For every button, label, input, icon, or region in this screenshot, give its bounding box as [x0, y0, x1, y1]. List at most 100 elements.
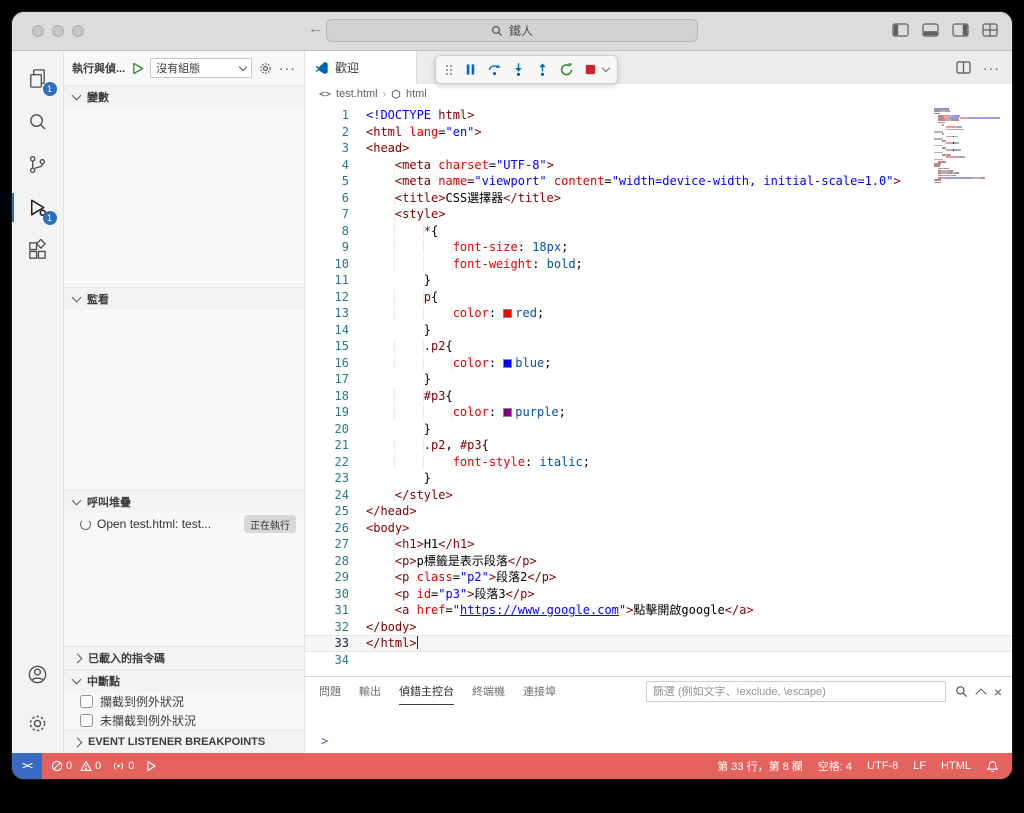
line-number[interactable]: 17 [305, 371, 366, 388]
split-editor-icon[interactable] [956, 61, 971, 74]
line-number[interactable]: 4 [305, 157, 366, 174]
minimap[interactable] [934, 108, 1000, 186]
code-line[interactable]: 3 <head> [305, 140, 1012, 157]
zoom-window-button[interactable] [72, 25, 84, 37]
line-number[interactable]: 16 [305, 355, 366, 372]
toggle-panel-icon[interactable] [922, 23, 939, 37]
line-number[interactable]: 14 [305, 322, 366, 339]
account-button[interactable] [12, 653, 64, 696]
section-watch[interactable]: 監看 [64, 287, 304, 310]
breakpoint-uncaught-exceptions[interactable]: 未攔截到例外狀況 [64, 711, 304, 730]
restart-icon[interactable] [559, 62, 574, 77]
checkbox-uncaught-exceptions[interactable] [80, 714, 93, 727]
sidebar-more-actions-icon[interactable]: ··· [279, 60, 296, 76]
line-number[interactable]: 12 [305, 289, 366, 306]
code-line[interactable]: 15 .p2{ [305, 338, 1012, 355]
line-number[interactable]: 5 [305, 173, 366, 190]
settings-button[interactable] [12, 702, 64, 745]
section-breakpoints[interactable]: 中斷點 [64, 669, 304, 692]
breadcrumb-file[interactable]: test.html [336, 88, 378, 100]
section-loaded-scripts[interactable]: 已載入的指令碼 [64, 646, 304, 669]
stop-dropdown-chevron-icon[interactable] [601, 63, 611, 73]
indentation[interactable]: 空格: 4 [818, 758, 852, 774]
code-line[interactable]: 1 <!DOCTYPE html> [305, 107, 1012, 124]
debug-status-icon[interactable] [145, 760, 157, 772]
line-number[interactable]: 15 [305, 338, 366, 355]
panel-tab-ports[interactable]: 連接埠 [523, 677, 556, 705]
notifications-bell-icon[interactable] [986, 760, 999, 773]
code-line[interactable]: 31 <a href="https://www.google.com">點擊開啟… [305, 602, 1012, 619]
panel-tab-problems[interactable]: 問題 [319, 677, 341, 705]
code-line[interactable]: 8 *{ [305, 223, 1012, 240]
activity-source-control[interactable] [12, 143, 64, 186]
line-number[interactable]: 3 [305, 140, 366, 157]
activity-explorer[interactable]: 1 [12, 57, 64, 100]
line-number[interactable]: 6 [305, 190, 366, 207]
maximize-panel-icon[interactable] [975, 687, 987, 700]
code-line[interactable]: 16 color: blue; [305, 355, 1012, 372]
section-call-stack[interactable]: 呼叫堆疊 [64, 490, 304, 513]
code-line[interactable]: 4 <meta charset="UTF-8"> [305, 157, 1012, 174]
code-line[interactable]: 2 <html lang="en"> [305, 124, 1012, 141]
start-debug-button[interactable] [131, 62, 144, 75]
debug-settings-gear-icon[interactable] [258, 61, 273, 76]
code-line[interactable]: 5 <meta name="viewport" content="width=d… [305, 173, 1012, 190]
code-line[interactable]: 20 } [305, 421, 1012, 438]
code-line[interactable]: 19 color: purple; [305, 404, 1012, 421]
code-line[interactable]: 12 p{ [305, 289, 1012, 306]
close-panel-icon[interactable]: × [994, 685, 1002, 699]
line-number[interactable]: 29 [305, 569, 366, 586]
line-number[interactable]: 11 [305, 272, 366, 289]
line-number[interactable]: 9 [305, 239, 366, 256]
code-line[interactable]: 25 </head> [305, 503, 1012, 520]
code-line[interactable]: 11 } [305, 272, 1012, 289]
ports-status[interactable]: 0 [112, 760, 134, 772]
line-number[interactable]: 26 [305, 520, 366, 537]
code-line[interactable]: 28 <p>p標籤是表示段落</p> [305, 553, 1012, 570]
breakpoint-caught-exceptions[interactable]: 攔截到例外狀況 [64, 692, 304, 711]
line-number[interactable]: 27 [305, 536, 366, 553]
line-number[interactable]: 21 [305, 437, 366, 454]
line-number[interactable]: 20 [305, 421, 366, 438]
stop-icon[interactable] [583, 62, 598, 77]
step-over-icon[interactable] [487, 62, 502, 77]
code-line[interactable]: 13 color: red; [305, 305, 1012, 322]
pause-icon[interactable] [463, 62, 478, 77]
command-center-search[interactable]: 鐵人 [326, 19, 698, 42]
code-line[interactable]: 18 #p3{ [305, 388, 1012, 405]
line-number[interactable]: 22 [305, 454, 366, 471]
line-number[interactable]: 18 [305, 388, 366, 405]
code-line[interactable]: 17 } [305, 371, 1012, 388]
line-number[interactable]: 23 [305, 470, 366, 487]
panel-tab-output[interactable]: 輸出 [359, 677, 381, 705]
line-number[interactable]: 32 [305, 619, 366, 636]
code-line[interactable]: 6 <title>CSS選擇器</title> [305, 190, 1012, 207]
step-into-icon[interactable] [511, 62, 526, 77]
call-stack-session[interactable]: Open test.html: test... 正在執行 [64, 513, 304, 535]
line-number[interactable]: 13 [305, 305, 366, 322]
debug-console-filter-input[interactable] [645, 681, 946, 702]
code-line[interactable]: 30 <p id="p3">段落3</p> [305, 586, 1012, 603]
close-window-button[interactable] [32, 25, 44, 37]
line-number[interactable]: 19 [305, 404, 366, 421]
code-line[interactable]: 34 [305, 652, 1012, 669]
code-line[interactable]: 9 font-size: 18px; [305, 239, 1012, 256]
line-number[interactable]: 8 [305, 223, 366, 240]
code-line[interactable]: 22 font-style: italic; [305, 454, 1012, 471]
breadcrumb-symbol[interactable]: html [406, 88, 427, 100]
line-number[interactable]: 10 [305, 256, 366, 273]
code-line[interactable]: 14 } [305, 322, 1012, 339]
line-number[interactable]: 1 [305, 107, 366, 124]
checkbox-caught-exceptions[interactable] [80, 695, 93, 708]
customize-layout-icon[interactable] [982, 23, 998, 37]
panel-tab-terminal[interactable]: 終端機 [472, 677, 505, 705]
line-number[interactable]: 7 [305, 206, 366, 223]
color-swatch[interactable] [503, 358, 513, 368]
section-event-listener-breakpoints[interactable]: EVENT LISTENER BREAKPOINTS [64, 730, 304, 753]
line-number[interactable]: 33 [305, 635, 366, 652]
nav-back-icon[interactable]: ← [308, 20, 323, 37]
debug-config-dropdown[interactable]: 沒有組態 [150, 58, 252, 78]
code-line[interactable]: 7 <style> [305, 206, 1012, 223]
encoding[interactable]: UTF-8 [867, 760, 898, 772]
section-variables[interactable]: 變數 [64, 85, 304, 108]
